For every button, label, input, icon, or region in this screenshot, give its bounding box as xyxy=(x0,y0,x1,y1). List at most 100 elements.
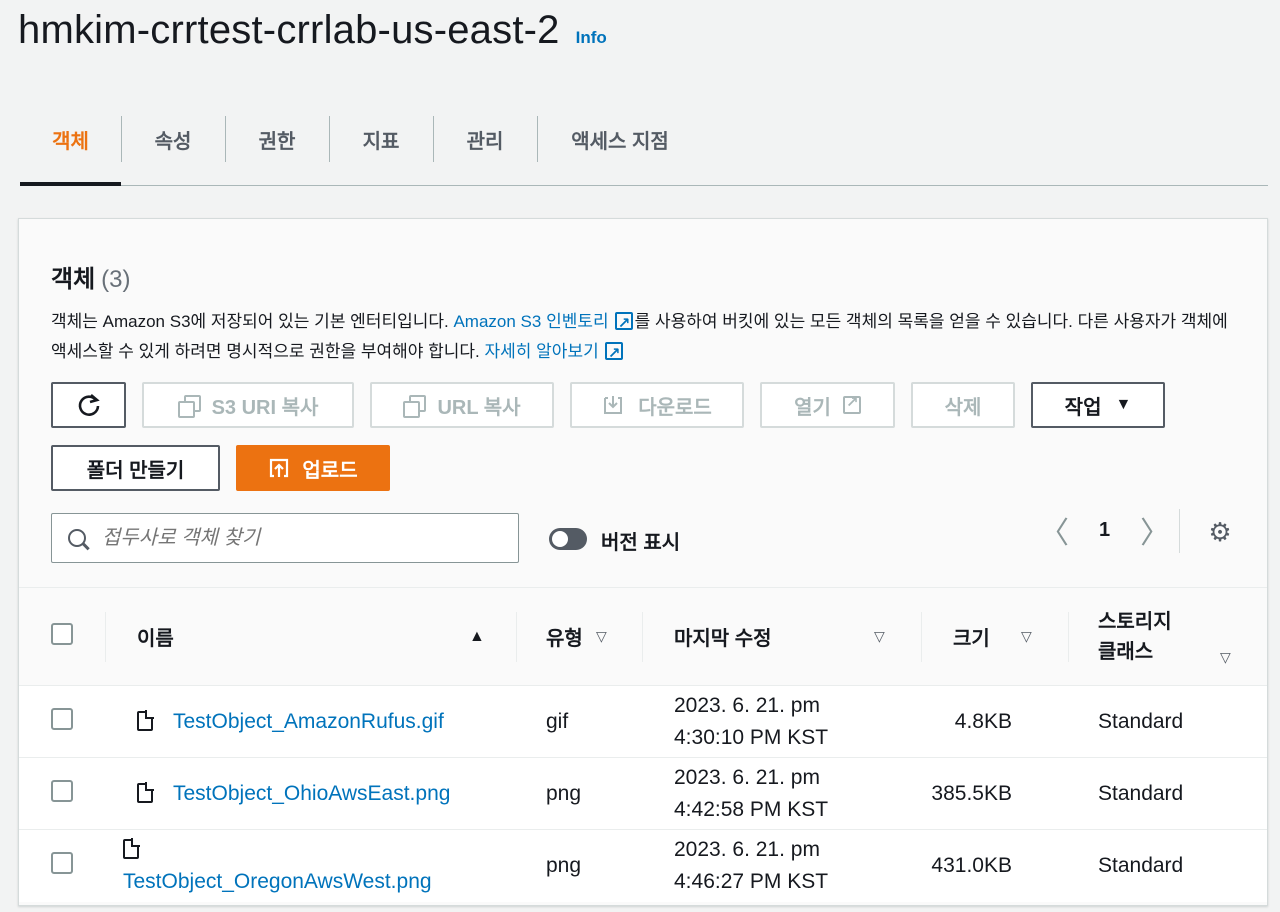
learn-more-link[interactable]: 자세히 알아보기 xyxy=(485,339,625,369)
column-header-name[interactable]: 이름 ▲ xyxy=(105,588,516,686)
external-link-icon xyxy=(614,309,633,339)
modified-time: 4:30:10 PM KST xyxy=(674,725,829,749)
copy-url-button[interactable]: URL 복사 xyxy=(370,382,554,428)
upload-label: 업로드 xyxy=(302,459,358,482)
sort-unsorted-icon[interactable]: ▽ xyxy=(1220,642,1231,672)
show-versions-toggle[interactable] xyxy=(549,528,587,550)
panel-description: 객체는 Amazon S3에 저장되어 있는 기본 엔터티입니다. Amazon… xyxy=(51,307,1231,369)
delete-button[interactable]: 삭제 xyxy=(911,382,1015,428)
row-select-cell xyxy=(19,686,105,758)
storage-header-line1: 스토리지 xyxy=(1098,610,1172,633)
page-header: hmkim-crrtest-crrlab-us-east-2 Info xyxy=(18,8,607,53)
upload-button[interactable]: 업로드 xyxy=(236,445,390,491)
tab-bar: 객체 속성 권한 지표 관리 액세스 지점 xyxy=(20,116,1268,186)
refresh-button[interactable] xyxy=(51,382,126,428)
show-versions-label: 버전 표시 xyxy=(601,532,681,554)
type-header-label: 유형 xyxy=(546,628,583,650)
panel-title-text: 객체 xyxy=(51,266,96,293)
size-cell: 431.0KB xyxy=(931,853,1012,877)
create-folder-label: 폴더 만들기 xyxy=(86,459,185,482)
table-row: TestObject_AmazonRufus.gif gif 2023. 6. … xyxy=(19,685,1267,758)
size-cell: 4.8KB xyxy=(954,709,1012,733)
current-page[interactable]: 1 xyxy=(1099,519,1110,542)
tab-properties[interactable]: 속성 xyxy=(121,116,225,162)
search-box[interactable] xyxy=(51,513,519,563)
file-icon xyxy=(137,781,154,803)
inventory-link[interactable]: Amazon S3 인벤토리 xyxy=(453,309,634,339)
create-folder-button[interactable]: 폴더 만들기 xyxy=(51,445,220,491)
external-link-icon xyxy=(604,339,623,369)
size-cell: 385.5KB xyxy=(931,781,1012,805)
type-cell: gif xyxy=(546,709,569,733)
sort-unsorted-icon[interactable]: ▽ xyxy=(596,628,607,645)
pagination: 〈 1 〉 xyxy=(1039,515,1170,550)
next-page-icon[interactable]: 〉 xyxy=(1140,508,1170,552)
copy-url-label: URL 복사 xyxy=(437,396,521,419)
row-checkbox[interactable] xyxy=(51,779,73,802)
info-link[interactable]: Info xyxy=(576,28,607,48)
header-select-cell xyxy=(19,588,105,686)
file-icon xyxy=(137,709,154,731)
object-name-link[interactable]: TestObject_OhioAwsEast.png xyxy=(173,782,450,805)
column-divider xyxy=(642,612,643,662)
modified-date: 2023. 6. 21. pm xyxy=(674,693,820,717)
sort-unsorted-icon[interactable]: ▽ xyxy=(1021,628,1032,645)
tab-metrics[interactable]: 지표 xyxy=(329,116,433,162)
page-title: hmkim-crrtest-crrlab-us-east-2 xyxy=(18,8,560,52)
sort-unsorted-icon[interactable]: ▽ xyxy=(874,628,885,645)
storage-header-line2: 클래스 xyxy=(1098,640,1154,663)
delete-label: 삭제 xyxy=(944,396,982,419)
search-icon xyxy=(68,529,86,547)
inventory-link-label: Amazon S3 인벤토리 xyxy=(453,312,609,331)
copy-s3-uri-button[interactable]: S3 URI 복사 xyxy=(142,382,354,428)
settings-gear-icon[interactable]: ⚙ xyxy=(1207,519,1233,545)
column-header-size[interactable]: 크기 ▽ xyxy=(921,588,1068,686)
name-cell: TestObject_OregonAwsWest.png xyxy=(105,830,516,902)
copy-icon xyxy=(403,395,427,418)
tab-management[interactable]: 관리 xyxy=(433,116,537,162)
table-row: TestObject_OregonAwsWest.png png 2023. 6… xyxy=(19,829,1267,902)
caret-down-icon: ▼ xyxy=(1115,396,1132,413)
column-divider xyxy=(921,612,922,662)
column-header-type[interactable]: 유형 ▽ xyxy=(516,588,642,686)
copy-s3-uri-label: S3 URI 복사 xyxy=(211,396,319,419)
download-button[interactable]: 다운로드 xyxy=(570,382,744,428)
actions-dropdown[interactable]: 작업 ▼ xyxy=(1031,382,1165,428)
refresh-icon xyxy=(78,394,100,416)
name-cell: TestObject_OhioAwsEast.png xyxy=(105,758,516,830)
size-header-label: 크기 xyxy=(953,628,990,650)
row-select-cell xyxy=(19,758,105,830)
external-link-icon xyxy=(842,393,861,414)
storage-class-cell: Standard xyxy=(1098,853,1184,877)
copy-icon xyxy=(177,395,201,418)
name-header-label: 이름 xyxy=(137,628,174,650)
sort-ascending-icon[interactable]: ▲ xyxy=(469,628,485,646)
modified-time: 4:46:27 PM KST xyxy=(674,869,829,893)
row-select-cell xyxy=(19,830,105,902)
tab-access-points[interactable]: 액세스 지점 xyxy=(537,116,703,162)
row-checkbox[interactable] xyxy=(51,707,73,730)
column-header-storage-class[interactable]: 스토리지 클래스 ▽ xyxy=(1068,588,1267,686)
modified-time: 4:42:58 PM KST xyxy=(674,797,829,821)
storage-class-cell: Standard xyxy=(1098,709,1184,733)
open-button[interactable]: 열기 xyxy=(760,382,895,428)
tab-permissions[interactable]: 권한 xyxy=(225,116,329,162)
search-input[interactable] xyxy=(102,526,502,550)
column-divider xyxy=(1068,612,1069,662)
storage-class-cell: Standard xyxy=(1098,781,1184,805)
open-label: 열기 xyxy=(794,396,831,419)
modified-header-label: 마지막 수정 xyxy=(674,628,772,650)
file-icon xyxy=(123,837,140,859)
row-checkbox[interactable] xyxy=(51,851,73,874)
column-header-modified[interactable]: 마지막 수정 ▽ xyxy=(642,588,921,686)
tab-objects[interactable]: 객체 xyxy=(20,116,121,162)
object-name-link[interactable]: TestObject_OregonAwsWest.png xyxy=(123,870,432,893)
object-name-link[interactable]: TestObject_AmazonRufus.gif xyxy=(173,710,444,733)
select-all-checkbox[interactable] xyxy=(51,622,73,645)
modified-cell: 2023. 6. 21. pm 4:30:10 PM KST xyxy=(642,686,921,758)
actions-label: 작업 xyxy=(1064,396,1102,419)
download-label: 다운로드 xyxy=(638,396,712,419)
upload-icon xyxy=(270,458,289,478)
previous-page-icon[interactable]: 〈 xyxy=(1039,508,1069,552)
column-divider xyxy=(105,612,106,662)
